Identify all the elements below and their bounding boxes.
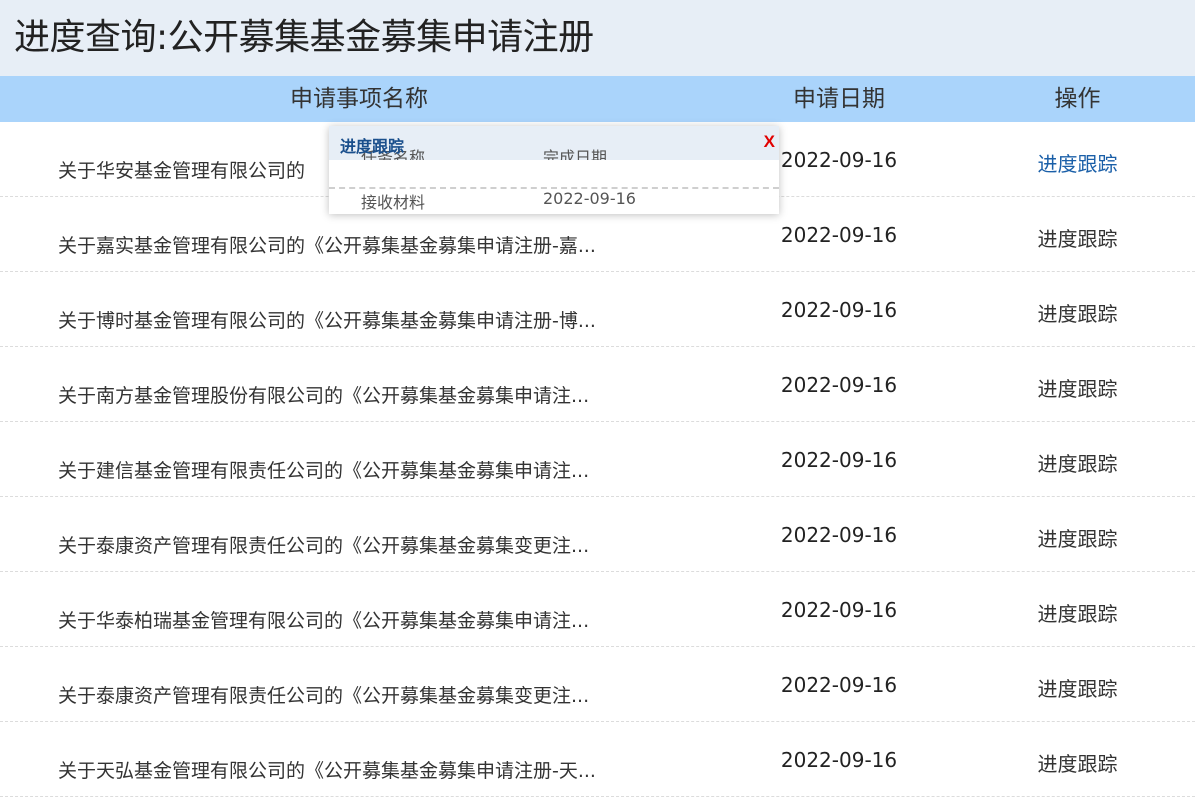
application-date: 2022-09-16 — [780, 298, 898, 322]
progress-track-link[interactable]: 进度跟踪 — [960, 572, 1195, 627]
table-row: 关于泰康资产管理有限责任公司的《公开募集基金募集变更注... 2022-09-1… — [0, 497, 1195, 572]
application-name: 关于建信基金管理有限责任公司的《公开募集基金募集申请注... — [58, 460, 590, 482]
progress-track-link[interactable]: 进度跟踪 — [960, 722, 1195, 777]
progress-track-link[interactable]: 进度跟踪 — [960, 647, 1195, 702]
progress-track-link[interactable]: 进度跟踪 — [960, 122, 1195, 177]
progress-query-page: 进度查询:公开募集基金募集申请注册 申请事项名称 申请日期 操作 关于华安基金管… — [0, 0, 1195, 802]
popup-spacer — [329, 160, 779, 187]
application-name: 关于南方基金管理股份有限公司的《公开募集基金募集申请注... — [58, 385, 590, 407]
progress-track-link[interactable]: 进度跟踪 — [960, 497, 1195, 552]
application-name: 关于博时基金管理有限公司的《公开募集基金募集申请注册-博... — [58, 310, 596, 332]
progress-track-link[interactable]: 进度跟踪 — [960, 272, 1195, 327]
progress-track-link[interactable]: 进度跟踪 — [960, 347, 1195, 402]
progress-tracking-popup: 任务名称 完成日期 进度跟踪 X 接收材料 2022-09-16 — [329, 126, 779, 214]
application-name: 关于泰康资产管理有限责任公司的《公开募集基金募集变更注... — [58, 685, 590, 707]
table-row: 关于天弘基金管理有限公司的《公开募集基金募集申请注册-天... 2022-09-… — [0, 722, 1195, 797]
table-body: 关于华安基金管理有限公司的 2022-09-16 进度跟踪 关于嘉实基金管理有限… — [0, 122, 1195, 797]
column-header-name: 申请事项名称 — [290, 86, 428, 112]
application-date: 2022-09-16 — [780, 373, 898, 397]
table-header: 申请事项名称 申请日期 操作 — [0, 76, 1195, 122]
application-date: 2022-09-16 — [780, 448, 898, 472]
column-header-date: 申请日期 — [793, 86, 885, 112]
application-date: 2022-09-16 — [780, 598, 898, 622]
application-date: 2022-09-16 — [780, 523, 898, 547]
title-bar: 进度查询:公开募集基金募集申请注册 — [0, 0, 1195, 76]
page-title: 进度查询:公开募集基金募集申请注册 — [14, 17, 594, 58]
application-date: 2022-09-16 — [780, 673, 898, 697]
popup-close-icon[interactable]: X — [764, 132, 775, 152]
application-date: 2022-09-16 — [780, 748, 898, 772]
table-row: 关于南方基金管理股份有限公司的《公开募集基金募集申请注... 2022-09-1… — [0, 347, 1195, 422]
table-row: 关于华泰柏瑞基金管理有限公司的《公开募集基金募集申请注... 2022-09-1… — [0, 572, 1195, 647]
popup-task-name: 接收材料 — [361, 193, 426, 212]
table-row: 关于泰康资产管理有限责任公司的《公开募集基金募集变更注... 2022-09-1… — [0, 647, 1195, 722]
application-name: 关于华泰柏瑞基金管理有限公司的《公开募集基金募集申请注... — [58, 610, 590, 632]
application-name: 关于泰康资产管理有限责任公司的《公开募集基金募集变更注... — [58, 535, 590, 557]
progress-track-link[interactable]: 进度跟踪 — [960, 197, 1195, 252]
popup-data-row: 接收材料 2022-09-16 — [329, 189, 779, 216]
popup-title: 进度跟踪 — [340, 137, 405, 156]
table-row: 关于博时基金管理有限公司的《公开募集基金募集申请注册-博... 2022-09-… — [0, 272, 1195, 347]
popup-finish-date: 2022-09-16 — [543, 189, 636, 208]
table-row: 关于建信基金管理有限责任公司的《公开募集基金募集申请注... 2022-09-1… — [0, 422, 1195, 497]
application-name: 关于天弘基金管理有限公司的《公开募集基金募集申请注册-天... — [58, 760, 596, 782]
column-header-op: 操作 — [1054, 86, 1101, 112]
progress-track-link[interactable]: 进度跟踪 — [960, 422, 1195, 477]
